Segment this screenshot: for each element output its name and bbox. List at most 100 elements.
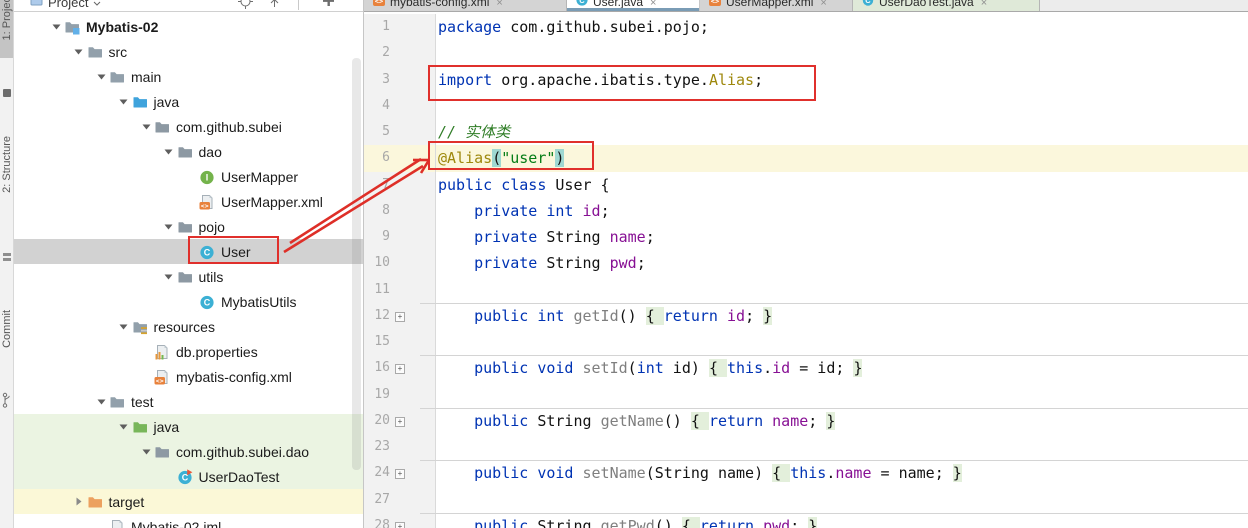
fold-expand-button[interactable]: + (395, 416, 405, 427)
ide-root: { "left_stripe": { "items": [ {"label": … (0, 0, 1248, 528)
tree-item-User[interactable]: C User (14, 239, 363, 264)
code-text: // 实体类 (438, 123, 511, 141)
code-line-19[interactable]: 19 (364, 381, 1248, 408)
code-line-11[interactable]: 11 (364, 276, 1248, 303)
chevron-down-icon[interactable] (116, 419, 132, 435)
tree-item-UserMapper[interactable]: I UserMapper (14, 164, 363, 189)
tree-item-Mybatis-02.iml[interactable]: Mybatis-02.iml (14, 514, 363, 528)
code-text: private String pwd; (474, 254, 646, 273)
chevron-down-icon[interactable] (93, 394, 109, 410)
tree-item-label: UserMapper.xml (221, 193, 323, 210)
excluded-folder-icon (87, 494, 103, 510)
code-line-8[interactable]: 8 private int id; (364, 197, 1248, 224)
folder-icon (109, 394, 125, 410)
chevron-down-icon[interactable] (93, 69, 109, 85)
commit-tool-icon[interactable] (2, 392, 12, 414)
tree-item-label: main (131, 68, 162, 85)
resources-folder-icon (132, 319, 148, 335)
code-line-3[interactable]: 3 import org.apache.ibatis.type.Alias; (364, 66, 1248, 93)
tree-item-resources[interactable]: resources (14, 314, 363, 339)
tree-item-Mybatis-02[interactable]: Mybatis-02 (14, 14, 363, 39)
tree-item-test[interactable]: test (14, 389, 363, 414)
code-line-15[interactable]: 15 (364, 329, 1248, 356)
tree-item-label: com.github.subei (176, 118, 282, 135)
code-line-12[interactable]: 12 + public int getId() { return id; } (364, 302, 1248, 329)
tree-item-main[interactable]: main (14, 64, 363, 89)
locate-icon[interactable] (238, 0, 253, 11)
code-editor[interactable]: 1 package com.github.subei.pojo; 2 3 import … (364, 12, 1248, 528)
options-icon[interactable] (322, 0, 335, 11)
code-line-23[interactable]: 23 (364, 434, 1248, 461)
chevron-down-icon[interactable] (138, 119, 154, 135)
code-line-4[interactable]: 4 (364, 92, 1248, 119)
tree-item-UserDaoTest[interactable]: C UserDaoTest (14, 464, 363, 489)
chevron-down-icon[interactable] (161, 144, 177, 160)
tree-item-java[interactable]: java (14, 414, 363, 439)
tree-item-pojo[interactable]: pojo (14, 214, 363, 239)
fold-expand-button[interactable]: + (395, 521, 405, 528)
tool-button-commit[interactable]: Commit (0, 310, 13, 388)
chevron-down-icon[interactable] (161, 269, 177, 285)
tree-item-MybatisUtils[interactable]: C MybatisUtils (14, 289, 363, 314)
tree-item-com.github.subei[interactable]: com.github.subei (14, 114, 363, 139)
tree-item-utils[interactable]: utils (14, 264, 363, 289)
project-tool-window-icon (30, 0, 43, 10)
tab-mybatis-config.xml[interactable]: <> mybatis-config.xml × (364, 0, 567, 11)
tree-item-java[interactable]: java (14, 89, 363, 114)
code-line-9[interactable]: 9 private String name; (364, 224, 1248, 251)
chevron-down-icon[interactable] (93, 0, 101, 10)
code-line-27[interactable]: 27 (364, 486, 1248, 513)
code-line-10[interactable]: 10 private String pwd; (364, 250, 1248, 277)
tree-scrollbar[interactable] (352, 58, 361, 470)
tab-User.java[interactable]: C User.java × (567, 0, 700, 11)
project-panel: Project Mybatis-02 src main java com.github.… (14, 0, 364, 528)
gutter-fold-column (390, 224, 410, 251)
chevron-down-icon[interactable] (116, 94, 132, 110)
tool-button-project[interactable]: 1: Project (0, 0, 13, 58)
line-number: 10 (364, 250, 390, 277)
iml-file-icon (109, 519, 125, 528)
svg-text:C: C (579, 0, 585, 5)
code-line-6[interactable]: 6 @Alias("user") (364, 145, 1248, 172)
tool-button-structure[interactable]: 2: Structure (0, 136, 13, 236)
method-separator (420, 355, 1248, 357)
fold-expand-button[interactable]: + (395, 469, 405, 480)
svg-text:<>: <> (201, 201, 209, 209)
tab-UserMapper.xml[interactable]: <> UserMapper.xml × (700, 0, 853, 11)
code-line-24[interactable]: 24 + public void setName(String name) { t… (364, 460, 1248, 487)
close-icon[interactable]: × (496, 0, 502, 9)
fold-expand-button[interactable]: + (395, 364, 405, 375)
chevron-right-icon[interactable] (71, 494, 87, 510)
tree-item-label: Mybatis-02.iml (131, 518, 222, 528)
collapse-all-icon[interactable] (268, 0, 281, 11)
code-line-1[interactable]: 1 package com.github.subei.pojo; (364, 14, 1248, 41)
tree-item-com.github.subei.dao[interactable]: com.github.subei.dao (14, 439, 363, 464)
code-text: public void setId(int id) { this.id = id… (474, 359, 863, 378)
tree-item-src[interactable]: src (14, 39, 363, 64)
package-icon (154, 119, 170, 135)
tree-item-target[interactable]: target (14, 489, 363, 514)
tree-item-mybatis-config.xml[interactable]: <> mybatis-config.xml (14, 364, 363, 389)
tree-item-dao[interactable]: dao (14, 139, 363, 164)
tab-UserDaoTest.java[interactable]: C UserDaoTest.java × (853, 0, 1040, 11)
structure-tool-icon[interactable] (3, 248, 11, 266)
code-line-28[interactable]: 28 + public String getPwd() { return pwd;… (364, 512, 1248, 528)
chevron-down-icon[interactable] (116, 319, 132, 335)
chevron-down-icon[interactable] (161, 219, 177, 235)
code-line-5[interactable]: 5 // 实体类 (364, 119, 1248, 146)
code-line-7[interactable]: 7 public class User { (364, 171, 1248, 198)
chevron-down-icon[interactable] (138, 444, 154, 460)
close-icon[interactable]: × (981, 0, 987, 9)
code-line-20[interactable]: 20 + public String getName() { return nam… (364, 407, 1248, 434)
code-line-16[interactable]: 16 + public void setId(int id) { this.id … (364, 355, 1248, 382)
tree-item-db.properties[interactable]: db.properties (14, 339, 363, 364)
tree-item-UserMapper.xml[interactable]: <> UserMapper.xml (14, 189, 363, 214)
chevron-down-icon[interactable] (71, 44, 87, 60)
chevron-down-icon[interactable] (48, 19, 64, 35)
line-number: 3 (364, 66, 390, 93)
project-tool-icon[interactable] (3, 84, 11, 102)
close-icon[interactable]: × (820, 0, 826, 9)
code-line-2[interactable]: 2 (364, 40, 1248, 67)
fold-expand-button[interactable]: + (395, 311, 405, 322)
